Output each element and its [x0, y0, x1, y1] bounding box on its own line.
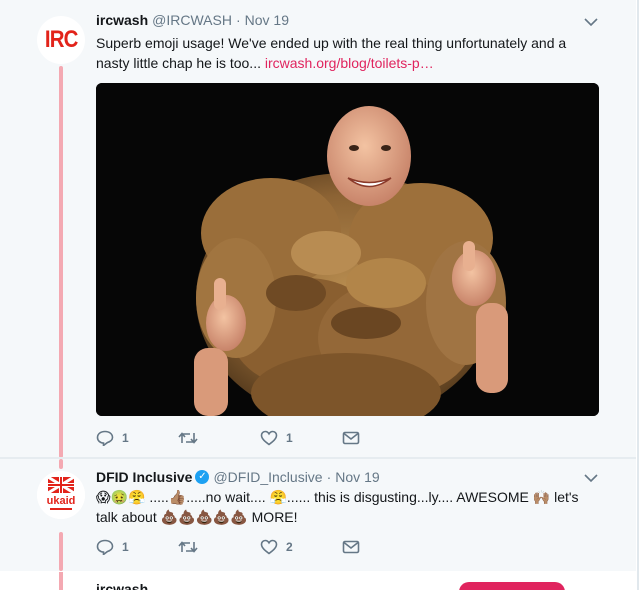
thread-line-next — [59, 572, 63, 590]
envelope-icon — [342, 540, 360, 554]
thread-line-top — [59, 459, 63, 469]
reply-icon — [96, 430, 114, 446]
person-in-costume-photo — [96, 83, 599, 416]
retweet-button[interactable] — [178, 431, 260, 445]
reply-count: 1 — [122, 431, 129, 445]
timeline: IRC ircwash @IRCWASH · Nov 19 Superb emo… — [0, 0, 639, 590]
direct-message-button[interactable] — [342, 540, 424, 554]
verified-badge-icon: ✓ — [195, 470, 210, 484]
tweet-date[interactable]: Nov 19 — [335, 469, 379, 485]
author-handle[interactable]: @IRCWASH — [152, 12, 232, 28]
heart-icon — [260, 430, 278, 446]
like-button[interactable]: 1 — [260, 430, 342, 446]
envelope-icon — [342, 431, 360, 445]
tweet-text: 😱🤢😤 .....👍🏽.....no wait.... 😤...... this… — [96, 489, 579, 525]
dot-separator: · — [326, 469, 332, 485]
reply-button[interactable]: 1 — [96, 430, 178, 446]
tweet-text: Superb emoji usage! We've ended up with … — [96, 35, 567, 71]
avatar[interactable]: ukaid — [37, 471, 85, 519]
tweet-dfid-inclusive[interactable]: ukaid DFID Inclusive ✓ @DFID_Inclusive ·… — [0, 459, 636, 571]
thread-line — [59, 66, 63, 458]
reply-button[interactable]: 1 — [96, 539, 178, 555]
author-name[interactable]: DFID Inclusive — [96, 469, 192, 485]
avatar[interactable]: IRC — [37, 16, 85, 64]
svg-text:ukaid: ukaid — [47, 495, 76, 507]
like-count: 2 — [286, 540, 293, 554]
chevron-down-icon[interactable] — [584, 473, 598, 483]
retweet-icon — [178, 432, 198, 444]
tweet-photo[interactable] — [96, 83, 599, 416]
retweet-icon — [178, 541, 198, 553]
tweet-date[interactable]: Nov 19 — [245, 12, 289, 28]
tweet-ircwash[interactable]: IRC ircwash @IRCWASH · Nov 19 Superb emo… — [0, 0, 636, 458]
heart-icon — [260, 539, 278, 555]
ukaid-logo: ukaid — [37, 471, 85, 519]
dot-separator: · — [235, 12, 241, 28]
like-button[interactable]: 2 — [260, 539, 342, 555]
direct-message-button[interactable] — [342, 431, 424, 445]
retweet-button[interactable] — [178, 540, 260, 554]
reply-icon — [96, 539, 114, 555]
tweet-link[interactable]: ircwash.org/blog/toilets-p… — [265, 55, 434, 71]
tweet-actions: 1 1 — [96, 430, 424, 446]
chevron-down-icon[interactable] — [584, 17, 598, 27]
reply-count: 1 — [122, 540, 129, 554]
like-count: 1 — [286, 431, 293, 445]
follow-button[interactable] — [459, 582, 565, 590]
next-tweet-author[interactable]: ircwash — [96, 578, 148, 590]
tweet-header: DFID Inclusive ✓ @DFID_Inclusive · Nov 1… — [96, 469, 380, 485]
thread-line-bottom — [59, 532, 63, 571]
author-handle[interactable]: @DFID_Inclusive — [213, 469, 322, 485]
tweet-actions: 1 2 — [96, 539, 424, 555]
author-name[interactable]: ircwash — [96, 12, 148, 28]
irc-logo: IRC — [44, 26, 78, 53]
tweet-header: ircwash @IRCWASH · Nov 19 — [96, 12, 289, 28]
